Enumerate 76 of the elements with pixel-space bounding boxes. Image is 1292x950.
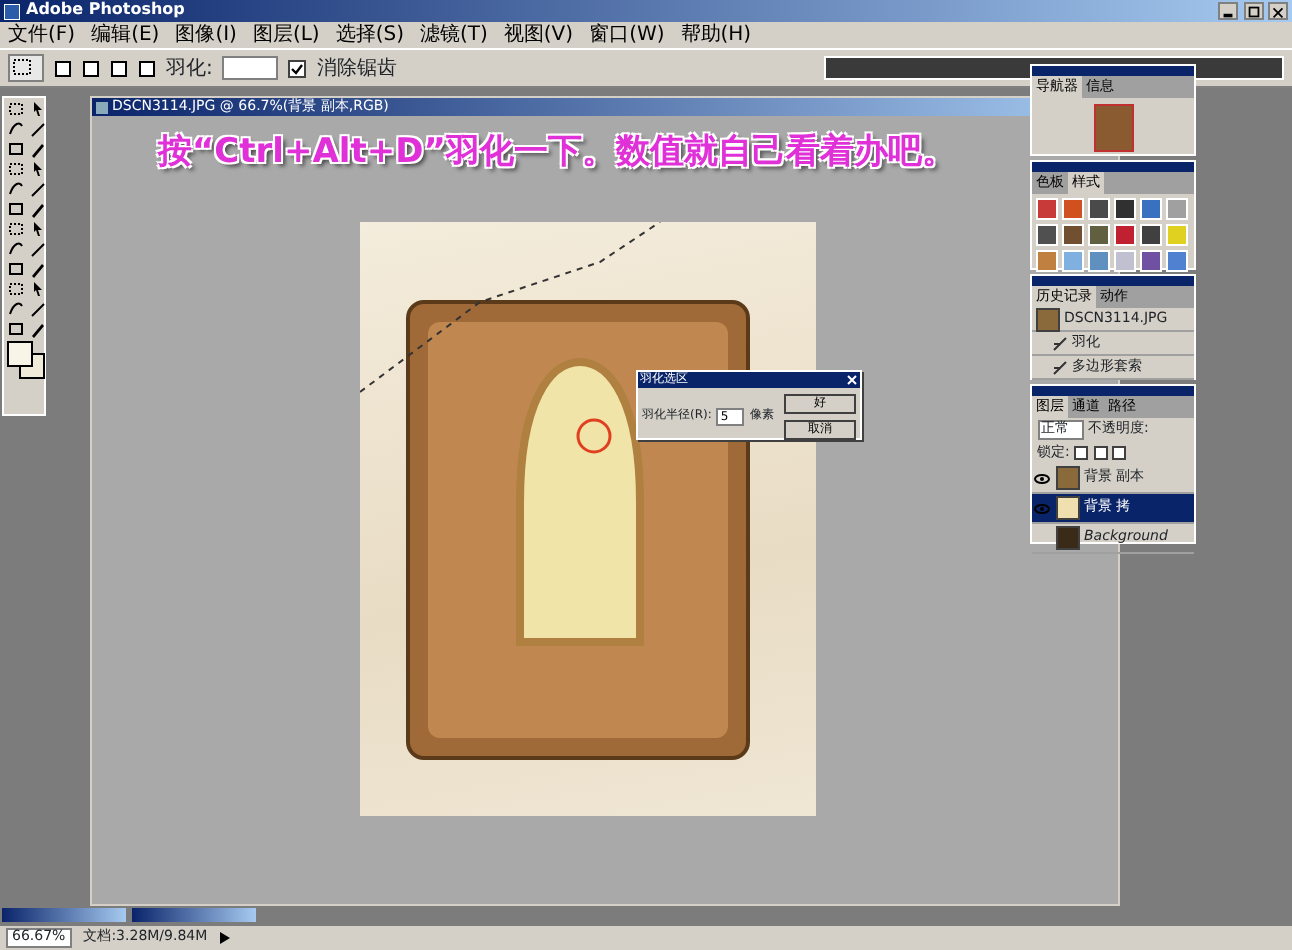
brush-cursor-icon [576,418,612,454]
style-swatch[interactable] [1036,224,1058,246]
tool-button[interactable] [6,220,26,238]
tool-button[interactable] [28,240,48,258]
history-step-icon [1052,335,1068,351]
color-swatches-icon[interactable] [6,340,46,380]
menu-item[interactable]: 选择(S) [335,24,404,46]
anti-alias-label: 消除锯齿 [316,57,397,79]
tool-button[interactable] [6,200,26,218]
app-icon [4,3,20,19]
tool-button[interactable] [28,180,48,198]
tool-button[interactable] [6,120,26,138]
tool-button[interactable] [28,140,48,158]
style-swatch[interactable] [1166,250,1188,272]
style-swatch[interactable] [1088,250,1110,272]
eye-icon[interactable] [1034,473,1050,483]
tool-button[interactable] [6,280,26,298]
menu-item[interactable]: 图像(I) [175,24,237,46]
style-swatch[interactable] [1166,224,1188,246]
tool-button[interactable] [6,100,26,118]
style-swatch[interactable] [1140,198,1162,220]
style-swatch[interactable] [1114,250,1136,272]
marquee-tool-icon[interactable] [8,54,44,82]
tool-button[interactable] [6,180,26,198]
menu-item[interactable]: 文件(F) [8,24,76,46]
snapshot-thumbnail [1036,307,1060,331]
tool-button[interactable] [28,100,48,118]
style-swatch[interactable] [1114,198,1136,220]
caption-text: 按“Ctrl+Alt+D”羽化一下。数值就自己看着办吧。 [155,130,958,172]
close-button[interactable] [1268,2,1288,20]
tool-button[interactable] [6,260,26,278]
history-step-icon [1052,359,1068,375]
tool-button[interactable] [6,140,26,158]
feather-field[interactable] [222,56,279,80]
play-icon[interactable] [219,932,230,944]
tool-button[interactable] [28,320,48,338]
style-swatch[interactable] [1036,250,1058,272]
tool-button[interactable] [6,240,26,258]
document-icon [96,101,108,113]
menu-item[interactable]: 帮助(H) [680,24,752,46]
feather-label: 羽化: [166,57,213,79]
minimize-button[interactable] [1218,2,1238,20]
style-swatch[interactable] [1062,198,1084,220]
style-swatch[interactable] [1036,198,1058,220]
layer-thumbnail [1056,466,1080,490]
menu-item[interactable]: 视图(V) [503,24,574,46]
close-icon[interactable] [846,374,858,386]
menu-item[interactable]: 滤镜(T) [419,24,488,46]
maximize-icon [1245,3,1261,19]
tool-button[interactable] [28,300,48,318]
close-icon [1270,3,1286,19]
menu-item[interactable]: 窗口(W) [589,24,665,46]
window-title: Adobe Photoshop [26,2,185,20]
minimized-window[interactable] [2,908,126,922]
style-swatch[interactable] [1140,250,1162,272]
tool-button[interactable] [28,200,48,218]
navigator-thumbnail [1093,103,1133,151]
menu-item[interactable]: 编辑(E) [91,24,160,46]
minimized-window[interactable] [131,908,255,922]
style-swatch[interactable] [1062,250,1084,272]
tool-button[interactable] [6,300,26,318]
checkbox[interactable] [288,59,307,77]
menu-item[interactable]: 图层(L) [252,24,320,46]
maximize-button[interactable] [1243,2,1263,20]
tool-button[interactable] [28,260,48,278]
layer-thumbnail [1056,526,1080,550]
style-swatch[interactable] [1062,224,1084,246]
style-swatch[interactable] [1088,198,1110,220]
tool-button[interactable] [6,160,26,178]
style-swatch[interactable] [1114,224,1136,246]
tool-button[interactable] [28,120,48,138]
layer-thumbnail [1056,496,1080,520]
style-swatch[interactable] [1140,224,1162,246]
tool-button[interactable] [6,320,26,338]
style-swatch[interactable] [1166,198,1188,220]
style-swatch[interactable] [1088,224,1110,246]
